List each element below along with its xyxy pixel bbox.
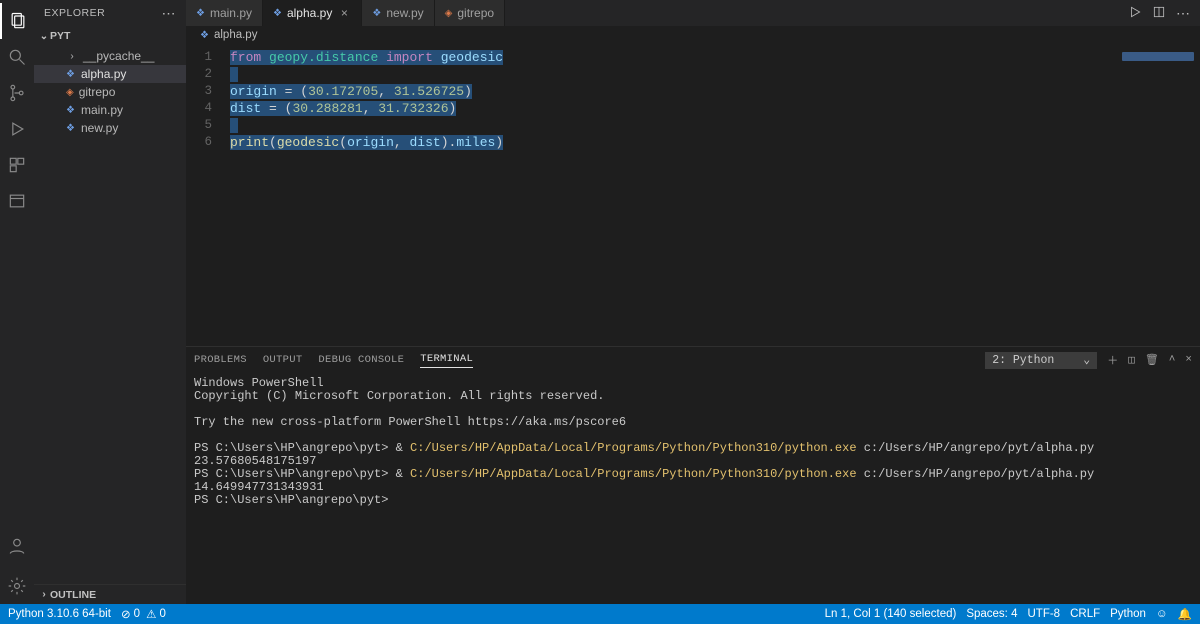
tree-label: new.py: [81, 121, 118, 135]
breadcrumb[interactable]: ❖alpha.py: [186, 26, 1200, 44]
code-editor[interactable]: 123456 from geopy.distance import geodes…: [186, 44, 1200, 346]
search-icon[interactable]: [0, 39, 34, 75]
status-bar: Python 3.10.6 64-bit ⊘0 ⚠0 Ln 1, Col 1 (…: [0, 604, 1200, 624]
testing-icon[interactable]: [0, 183, 34, 219]
explorer-icon[interactable]: [0, 3, 34, 39]
status-lncol[interactable]: Ln 1, Col 1 (140 selected): [825, 608, 957, 620]
run-debug-icon[interactable]: [0, 111, 34, 147]
panel-tab-debugconsole[interactable]: DEBUG CONSOLE: [318, 354, 404, 366]
tab-gitrepo[interactable]: ◈gitrepo: [435, 0, 505, 26]
split-editor-icon[interactable]: [1152, 5, 1166, 22]
close-panel-icon[interactable]: ×: [1185, 354, 1192, 366]
accounts-icon[interactable]: [0, 528, 34, 564]
tab-label: alpha.py: [287, 6, 332, 20]
workspace-root[interactable]: ⌄PYT: [34, 26, 186, 46]
activity-bar: [0, 0, 34, 604]
tree-item-pycache[interactable]: ›__pycache__: [34, 47, 186, 65]
run-icon[interactable]: [1128, 5, 1142, 22]
status-bell-icon[interactable]: 🔔: [1178, 607, 1192, 621]
panel-tab-problems[interactable]: PROBLEMS: [194, 354, 247, 366]
tree-item-alpha[interactable]: ❖alpha.py: [34, 65, 186, 83]
panel-tab-output[interactable]: OUTPUT: [263, 354, 303, 366]
terminal-body[interactable]: Windows PowerShellCopyright (C) Microsof…: [186, 373, 1200, 604]
split-terminal-icon[interactable]: ◫: [1128, 353, 1135, 367]
explorer-more-icon[interactable]: ⋯: [162, 5, 177, 22]
tab-more-icon[interactable]: ⋯: [1176, 5, 1190, 22]
tree-item-gitrepo[interactable]: ◈gitrepo: [34, 83, 186, 101]
tab-alpha[interactable]: ❖alpha.py×: [263, 0, 362, 26]
kill-terminal-icon[interactable]: 🗑: [1145, 353, 1159, 367]
status-feedback-icon[interactable]: ☺: [1156, 608, 1168, 620]
explorer-sidebar: EXPLORER ⋯ ⌄PYT ›__pycache__ ❖alpha.py ◈…: [34, 0, 186, 604]
close-icon[interactable]: ×: [337, 6, 351, 20]
status-spaces[interactable]: Spaces: 4: [966, 608, 1017, 620]
tree-label: alpha.py: [81, 67, 126, 81]
bottom-panel: PROBLEMS OUTPUT DEBUG CONSOLE TERMINAL 2…: [186, 346, 1200, 604]
status-encoding[interactable]: UTF-8: [1027, 608, 1060, 620]
editor-tabbar: ❖main.py ❖alpha.py× ❖new.py ◈gitrepo ⋯: [186, 0, 1200, 26]
tree-item-main[interactable]: ❖main.py: [34, 101, 186, 119]
tree-label: main.py: [81, 103, 123, 117]
new-terminal-icon[interactable]: ＋: [1107, 352, 1118, 368]
workspace-root-label: PYT: [50, 30, 70, 42]
line-gutter: 123456: [186, 44, 230, 346]
tab-label: gitrepo: [457, 6, 494, 20]
panel-tab-terminal[interactable]: TERMINAL: [420, 353, 473, 368]
tab-new[interactable]: ❖new.py: [362, 0, 434, 26]
outline-section[interactable]: ›OUTLINE: [34, 584, 186, 604]
status-language[interactable]: Python: [1110, 608, 1146, 620]
status-eol[interactable]: CRLF: [1070, 608, 1100, 620]
tab-label: new.py: [386, 6, 423, 20]
breadcrumb-label: alpha.py: [214, 29, 257, 41]
code-body: from geopy.distance import geodesic orig…: [230, 44, 503, 346]
tree-item-new[interactable]: ❖new.py: [34, 119, 186, 137]
status-python[interactable]: Python 3.10.6 64-bit: [8, 608, 111, 620]
settings-icon[interactable]: [0, 568, 34, 604]
outline-label: OUTLINE: [50, 589, 96, 601]
terminal-selector[interactable]: 2: Python: [985, 352, 1097, 369]
tree-label: __pycache__: [83, 49, 154, 63]
source-control-icon[interactable]: [0, 75, 34, 111]
tree-label: gitrepo: [79, 85, 116, 99]
extensions-icon[interactable]: [0, 147, 34, 183]
maximize-panel-icon[interactable]: ˄: [1169, 354, 1176, 366]
tab-main[interactable]: ❖main.py: [186, 0, 263, 26]
tab-label: main.py: [210, 6, 252, 20]
minimap[interactable]: [1122, 52, 1194, 61]
status-problems[interactable]: ⊘0 ⚠0: [121, 607, 166, 621]
explorer-title: EXPLORER: [44, 7, 105, 19]
